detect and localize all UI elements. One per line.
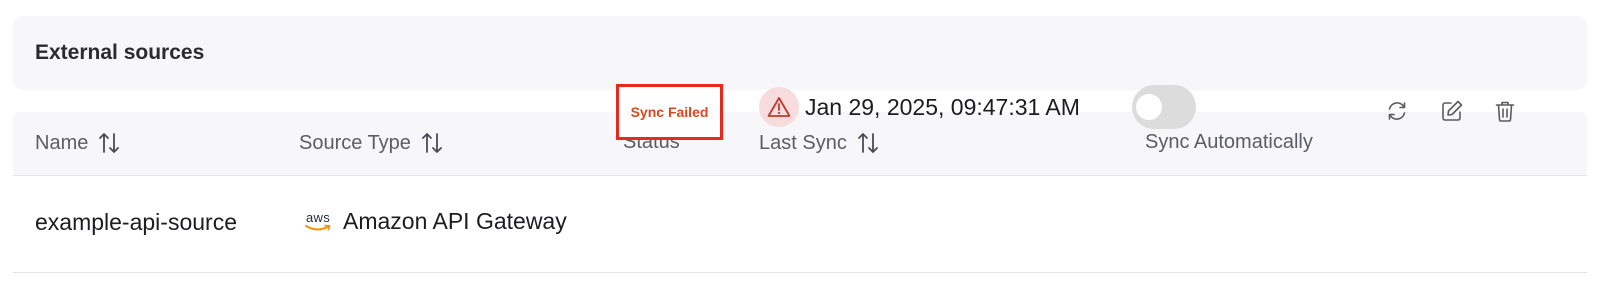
trash-icon[interactable] (1492, 98, 1518, 124)
toggle-knob (1136, 94, 1162, 120)
sync-icon[interactable] (1384, 98, 1410, 124)
sort-icon[interactable] (421, 131, 443, 155)
last-sync-cell: Jan 29, 2025, 09:47:31 AM (759, 87, 1080, 127)
column-label-name: Name (35, 131, 89, 154)
warning-icon (759, 87, 799, 127)
sort-icon[interactable] (857, 131, 879, 155)
edit-icon[interactable] (1439, 98, 1465, 124)
last-sync-value: Jan 29, 2025, 09:47:31 AM (805, 93, 1080, 120)
status-badge: Sync Failed (616, 84, 723, 140)
table-row[interactable]: example-api-source aws Amazon API Gatewa… (13, 176, 1587, 273)
column-label-source-type: Source Type (299, 131, 411, 154)
source-type-cell: aws Amazon API Gateway (305, 208, 567, 235)
sync-automatically-toggle[interactable] (1132, 85, 1196, 129)
column-header-last-sync[interactable]: Last Sync (759, 131, 879, 155)
column-header-sync-automatically: Sync Automatically (1145, 131, 1313, 154)
column-header-name[interactable]: Name (35, 131, 120, 155)
sort-icon[interactable] (98, 131, 120, 155)
source-name[interactable]: example-api-source (35, 209, 237, 236)
source-type-label: Amazon API Gateway (343, 208, 567, 234)
column-label-sync-automatically: Sync Automatically (1145, 131, 1313, 153)
column-header-source-type[interactable]: Source Type (299, 131, 443, 155)
external-sources-header: External sources (13, 16, 1587, 90)
external-sources-table: Name Source Type Status Last Sync Sync A… (13, 112, 1587, 273)
page-title: External sources (35, 41, 205, 64)
aws-logo-icon: aws (305, 211, 331, 232)
column-label-last-sync: Last Sync (759, 131, 847, 154)
